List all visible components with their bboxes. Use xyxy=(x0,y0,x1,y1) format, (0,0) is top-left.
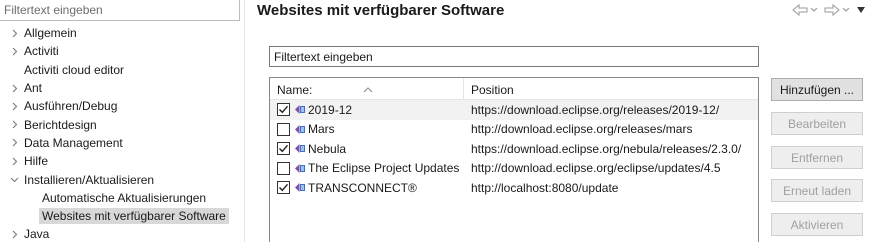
column-header-position-label: Position xyxy=(471,83,514,97)
back-arrow-icon[interactable] xyxy=(792,4,808,16)
update-site-icon xyxy=(293,103,306,116)
tree-item[interactable]: Installieren/Aktualisieren xyxy=(0,170,244,188)
tree-item-label: Activiti xyxy=(24,44,59,59)
preferences-tree-pane: Filtertext eingeben Allgemein Activiti Act… xyxy=(0,0,244,242)
tree-item[interactable]: Websites mit verfügbarer Software xyxy=(0,207,244,225)
check-icon xyxy=(279,106,289,114)
tree-item[interactable]: Hilfe xyxy=(0,152,244,170)
enable-button[interactable]: Aktivieren xyxy=(771,213,863,236)
site-position: https://download.eclipse.org/nebula/rele… xyxy=(471,141,742,156)
reload-button[interactable]: Erneut laden xyxy=(771,179,863,202)
tree-item[interactable]: Berichtdesign xyxy=(0,115,244,133)
tree-item-label: Allgemein xyxy=(24,26,77,41)
chevron-right-icon[interactable] xyxy=(8,157,20,166)
column-header-name-label: Name: xyxy=(277,83,313,97)
site-enabled-checkbox[interactable] xyxy=(277,142,290,156)
tree-item-label: Ausführen/Debug xyxy=(24,99,118,114)
page-title: Websites mit verfügbarer Software xyxy=(257,2,505,19)
table-row[interactable]: TRANSCONNECT® http://localhost:8080/updat… xyxy=(270,178,758,198)
view-menu-icon[interactable] xyxy=(856,6,866,14)
tree-item-label: Installieren/Aktualisieren xyxy=(24,172,155,187)
chevron-right-icon[interactable] xyxy=(8,47,20,56)
site-name: Nebula xyxy=(308,141,347,156)
page-header: Websites mit verfügbarer Software xyxy=(245,0,872,24)
chevron-right-icon[interactable] xyxy=(8,84,20,93)
tree-item-label: Data Management xyxy=(24,135,123,150)
page-navigation xyxy=(792,4,866,16)
tree-item-label: Ant xyxy=(24,81,43,96)
tree-item[interactable]: Java xyxy=(0,225,244,242)
forward-arrow-icon[interactable] xyxy=(824,4,840,16)
site-name: The Eclipse Project Updates xyxy=(308,161,460,176)
preferences-tree: Allgemein Activiti Activiti cloud editor An… xyxy=(0,24,244,242)
tree-item-label: Berichtdesign xyxy=(24,117,97,132)
name-cell: Mars xyxy=(270,122,464,136)
site-filter-input[interactable] xyxy=(269,46,759,67)
tree-item[interactable]: Data Management xyxy=(0,134,244,152)
chevron-right-icon[interactable] xyxy=(8,230,20,239)
remove-button[interactable]: Entfernen xyxy=(771,146,863,169)
tree-item[interactable]: Automatische Aktualisierungen xyxy=(0,189,244,207)
name-cell: Nebula xyxy=(270,142,464,156)
name-cell: The Eclipse Project Updates xyxy=(270,161,464,175)
site-position: http://localhost:8080/update xyxy=(471,180,619,195)
tree-item-label: Websites mit verfügbarer Software xyxy=(39,208,229,225)
chevron-down-icon[interactable] xyxy=(810,7,818,13)
chevron-right-icon[interactable] xyxy=(8,138,20,147)
chevron-right-icon[interactable] xyxy=(8,29,20,38)
site-enabled-checkbox[interactable] xyxy=(277,181,290,195)
table-row[interactable]: 2019-12 https://download.eclipse.org/rele… xyxy=(270,100,758,120)
sites-table: Name: Position 2019-12 https://download.e… xyxy=(269,77,759,242)
tree-item-label: Activiti cloud editor xyxy=(24,62,125,77)
site-position: http://download.eclipse.org/eclipse/upda… xyxy=(471,161,721,176)
site-name: TRANSCONNECT® xyxy=(308,180,417,195)
sort-ascending-icon xyxy=(363,78,373,101)
tree-item[interactable]: Ausführen/Debug xyxy=(0,97,244,115)
check-icon xyxy=(279,145,289,153)
table-row[interactable]: Nebula https://download.eclipse.org/nebul… xyxy=(270,139,758,159)
tree-item[interactable]: Ant xyxy=(0,79,244,97)
site-name: Mars xyxy=(308,122,335,137)
preference-page: Websites mit verfügbarer Software Filter… xyxy=(245,0,872,242)
update-site-icon xyxy=(293,142,306,155)
chevron-down-icon[interactable] xyxy=(8,175,20,184)
edit-button[interactable]: Bearbeiten xyxy=(771,112,863,135)
tree-filter-input[interactable]: Filtertext eingeben xyxy=(0,0,240,21)
chevron-right-icon[interactable] xyxy=(8,102,20,111)
name-cell: TRANSCONNECT® xyxy=(270,181,464,195)
tree-item-label: Java xyxy=(24,227,50,242)
update-site-icon xyxy=(293,162,306,175)
chevron-down-icon[interactable] xyxy=(842,7,850,13)
site-enabled-checkbox[interactable] xyxy=(277,161,290,175)
column-header-position[interactable]: Position xyxy=(464,78,758,100)
name-cell: 2019-12 xyxy=(270,103,464,117)
tree-item-label: Automatische Aktualisierungen xyxy=(42,190,207,205)
site-enabled-checkbox[interactable] xyxy=(277,103,290,117)
chevron-right-icon[interactable] xyxy=(8,120,20,129)
table-row[interactable]: Mars http://download.eclipse.org/releases… xyxy=(270,120,758,140)
table-body: 2019-12 https://download.eclipse.org/rele… xyxy=(270,100,758,198)
site-position: https://download.eclipse.org/releases/20… xyxy=(471,102,720,117)
check-icon xyxy=(279,184,289,192)
tree-item[interactable]: Activiti xyxy=(0,42,244,60)
tree-item[interactable]: Allgemein xyxy=(0,24,244,42)
add-button[interactable]: Hinzufügen ... xyxy=(771,78,863,101)
site-position: http://download.eclipse.org/releases/mar… xyxy=(471,122,693,137)
update-site-icon xyxy=(293,123,306,136)
tree-item-label: Hilfe xyxy=(24,154,49,169)
tree-item[interactable]: Activiti cloud editor xyxy=(0,61,244,79)
table-header: Name: Position xyxy=(270,78,758,100)
table-row[interactable]: The Eclipse Project Updates http://downlo… xyxy=(270,159,758,179)
column-header-name[interactable]: Name: xyxy=(270,78,464,100)
site-name: 2019-12 xyxy=(308,102,353,117)
update-site-icon xyxy=(293,181,306,194)
site-enabled-checkbox[interactable] xyxy=(277,122,290,136)
